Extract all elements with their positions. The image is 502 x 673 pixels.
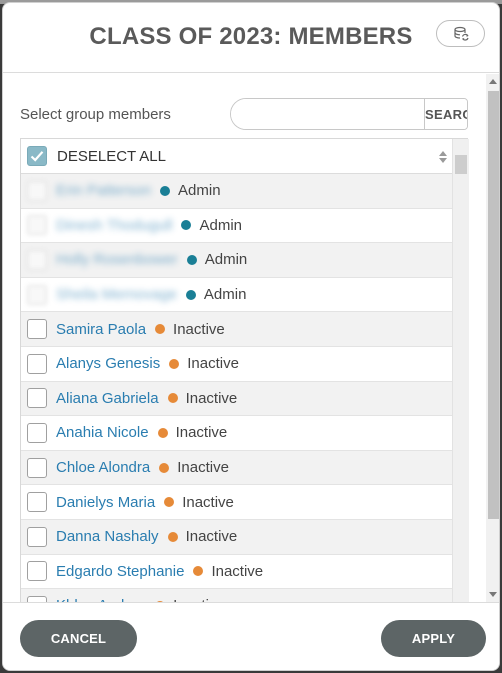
cancel-button[interactable]: CANCEL (20, 620, 137, 657)
member-row[interactable]: Chloe Alondra Inactive (21, 450, 452, 486)
members-list: DESELECT ALL Erin Patterson Admin Dinesh T… (20, 138, 469, 602)
member-status: Admin (178, 182, 221, 200)
member-name-link[interactable]: Holly Rosenbower (56, 251, 178, 268)
inactive-status-dot-icon (167, 531, 178, 542)
member-status: Admin (199, 216, 243, 234)
search-input[interactable] (231, 99, 424, 129)
inactive-status-dot-icon (193, 566, 204, 577)
inactive-status-dot-icon (164, 497, 175, 508)
refresh-icon (453, 26, 469, 41)
admin-status-dot-icon (186, 254, 197, 265)
member-status: Inactive (182, 493, 234, 511)
member-checkbox[interactable] (27, 353, 47, 374)
list-scrollbar[interactable] (452, 139, 469, 602)
select-members-label: Select group members (20, 106, 171, 123)
search-bar: SEARCH (230, 98, 468, 130)
modal-header: CLASS OF 2023: MEMBERS (3, 3, 499, 73)
member-name-link[interactable]: Danna Nashaly (56, 528, 159, 545)
members-modal: CLASS OF 2023: MEMBERS Select group memb… (2, 2, 500, 671)
member-row[interactable]: Edgardo Stephanie Inactive (21, 555, 452, 590)
member-row[interactable]: Anahia Nicole Inactive (21, 416, 452, 451)
member-row[interactable]: Holly Rosenbower Admin (21, 243, 452, 278)
deselect-all-label: DESELECT ALL (57, 147, 166, 165)
member-name-link[interactable]: Dinesh Thodugull (56, 217, 172, 234)
inactive-status-dot-icon (157, 427, 168, 438)
member-status: Inactive (177, 459, 229, 477)
member-name-link[interactable]: Edgardo Stephanie (56, 563, 184, 580)
member-row[interactable]: Alanys Genesis Inactive (21, 347, 452, 382)
member-status: Admin (203, 286, 247, 304)
member-status: Inactive (185, 389, 238, 407)
admin-status-dot-icon (160, 185, 171, 196)
modal-scrollbar-thumb[interactable] (488, 91, 499, 519)
inactive-status-dot-icon (167, 393, 178, 404)
member-checkbox (27, 284, 47, 305)
modal-footer: CANCEL APPLY (3, 602, 499, 670)
scroll-up-arrow-icon[interactable] (489, 79, 497, 84)
admin-status-dot-icon (185, 289, 196, 300)
modal-body: Select group members SEARCH DESELECT ALL… (3, 74, 499, 602)
member-checkbox[interactable] (27, 457, 47, 478)
checkmark-icon (30, 151, 44, 162)
deselect-all-row[interactable]: DESELECT ALL (21, 139, 452, 174)
member-checkbox (27, 249, 47, 270)
modal-scrollbar[interactable] (486, 74, 499, 602)
member-row[interactable]: Erin Patterson Admin (21, 174, 452, 209)
list-scrollbar-thumb[interactable] (455, 155, 467, 174)
member-row[interactable]: Dinesh Thodugull Admin (21, 209, 452, 244)
search-button[interactable]: SEARCH (424, 99, 467, 129)
member-status: Admin (204, 251, 248, 269)
members-list-rows: DESELECT ALL Erin Patterson Admin Dinesh T… (21, 139, 452, 602)
member-status: Inactive (187, 355, 239, 373)
member-name-link[interactable]: Chloe Alondra (56, 459, 150, 476)
member-status: Inactive (173, 320, 225, 338)
admin-status-dot-icon (181, 220, 192, 231)
scroll-down-arrow-icon[interactable] (489, 592, 497, 597)
member-checkbox (27, 215, 47, 236)
member-name-link[interactable]: Aliana Gabriela (56, 390, 159, 407)
member-name-link[interactable]: Erin Patterson (56, 182, 151, 199)
modal-title: CLASS OF 2023: MEMBERS (89, 23, 413, 50)
member-row[interactable]: Samira Paola Inactive (21, 312, 452, 347)
member-row[interactable]: Danna Nashaly Inactive (21, 519, 452, 555)
member-checkbox[interactable] (27, 319, 47, 340)
inactive-status-dot-icon (155, 324, 166, 335)
apply-button[interactable]: APPLY (381, 620, 486, 657)
member-name-link[interactable]: Danielys Maria (56, 494, 155, 511)
member-checkbox[interactable] (27, 492, 47, 513)
member-row[interactable]: Sheila Mernovage Admin (21, 278, 452, 313)
inactive-status-dot-icon (169, 358, 180, 369)
member-checkbox[interactable] (27, 388, 47, 409)
member-status: Inactive (175, 424, 228, 442)
member-name-link[interactable]: Sheila Mernovage (56, 286, 177, 303)
member-row[interactable]: Aliana Gabriela Inactive (21, 381, 452, 417)
sort-icon[interactable] (438, 150, 448, 164)
member-checkbox (27, 180, 47, 201)
member-name-link[interactable]: Alanys Genesis (56, 355, 160, 372)
member-name-link[interactable]: Samira Paola (56, 321, 146, 338)
member-checkbox[interactable] (27, 526, 47, 547)
member-checkbox[interactable] (27, 561, 47, 582)
deselect-all-checkbox[interactable] (27, 146, 47, 166)
member-checkbox[interactable] (27, 422, 47, 443)
member-status: Inactive (185, 528, 238, 546)
member-name-link[interactable]: Anahia Nicole (56, 424, 149, 441)
member-row[interactable]: Danielys Maria Inactive (21, 485, 452, 520)
inactive-status-dot-icon (159, 462, 170, 473)
member-row[interactable]: Khloe AndreaInactive (21, 589, 452, 602)
member-status: Inactive (211, 562, 264, 580)
refresh-button[interactable] (436, 20, 485, 47)
